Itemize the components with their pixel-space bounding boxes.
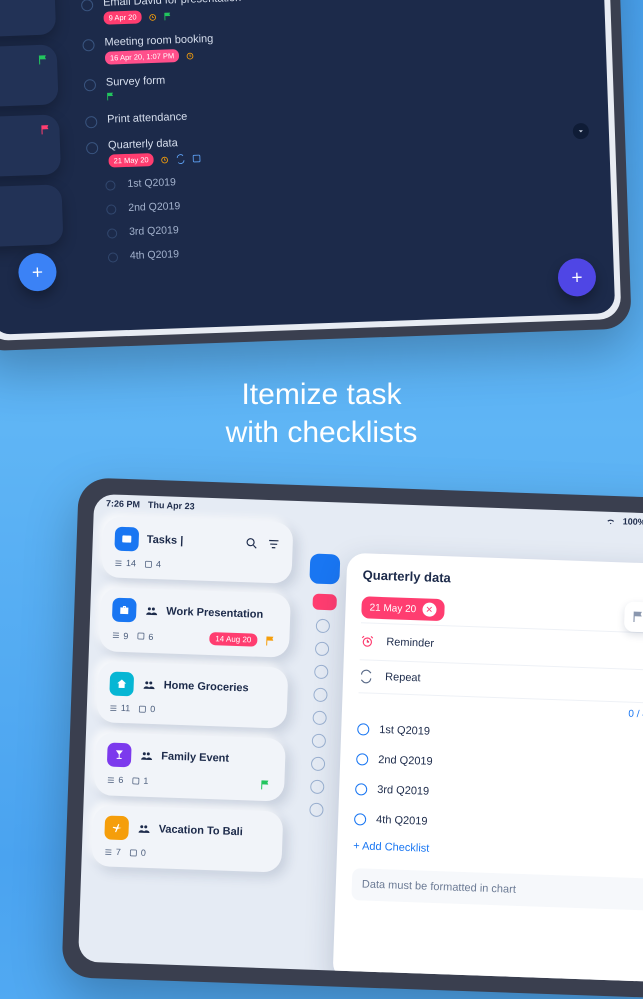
accent-box [309,553,340,584]
alarm-icon [185,50,195,60]
flag-icon [106,91,116,101]
repeat-icon [175,153,185,163]
top-tablet-screen: Simplify layout Email David for presenta… [0,0,615,335]
sidebar-card[interactable] [0,184,63,248]
repeat-label: Repeat [385,671,421,684]
project-name: Work Presentation [166,605,263,620]
top-tablet-bezel: Simplify layout Email David for presenta… [0,0,621,341]
top-task-list: Simplify layout Email David for presenta… [80,0,599,321]
project-card[interactable]: Vacation To Bali 70 [91,805,283,873]
task-detail-modal: Quarterly data 21 May 20✕ Reminder Repea… [333,553,643,982]
modal-title: Quarterly data [362,567,643,594]
tasks-icon [114,527,139,552]
alarm-icon [360,634,376,649]
checkbox-icon[interactable] [107,228,117,238]
flag-button[interactable] [624,601,643,632]
project-name: Home Groceries [163,679,248,694]
plane-icon [104,815,129,840]
briefcase-icon [112,598,137,623]
marketing-headline: Itemize task with checklists [0,376,643,451]
reminder-label: Reminder [386,636,434,650]
notes-field[interactable]: Data must be formatted in chart [351,868,643,912]
alarm-icon [159,154,169,164]
search-icon[interactable] [244,536,258,550]
project-list: Tasks | 14 4 Work Presentation 9614 Aug … [88,516,293,968]
checkbox-icon[interactable] [357,723,369,735]
date-badge: 21 May 20 [108,153,153,168]
checkbox-icon[interactable] [354,813,366,825]
project-name: Vacation To Bali [158,823,243,838]
headline-line2: with checklists [0,414,643,452]
checklist-label: 3rd Q2019 [377,784,429,798]
wifi-icon [605,516,617,526]
stat-tasks: 14 [114,558,136,569]
headline-line1: Itemize task [0,376,643,414]
date-badge: 9 Apr 20 [103,10,141,24]
users-icon [144,605,158,617]
note-icon [191,153,201,163]
checkbox-icon[interactable] [82,39,94,51]
flag-icon [265,634,277,646]
subtask-list: 1st Q2019 2nd Q2019 3rd Q2019 4th Q2019 [87,157,597,271]
glass-icon [107,742,132,767]
top-sidebar [0,0,81,335]
users-icon [142,679,156,691]
users-icon [136,823,150,835]
users-icon [139,750,153,762]
clear-date-icon[interactable]: ✕ [422,602,436,616]
checklist-label: 4th Q2019 [376,814,428,828]
date-badge: 16 Apr 20, 1:07 PM [105,49,180,65]
flag-icon [260,779,272,791]
modal-date-pill[interactable]: 21 May 20✕ [361,596,444,621]
checkbox-icon[interactable] [108,252,118,262]
project-card-header[interactable]: Tasks | 14 4 [101,516,293,584]
alarm-icon [147,11,157,21]
bottom-tablet-screen: 7:26 PM Thu Apr 23 100% Tasks | [78,494,643,982]
checkbox-icon[interactable] [85,116,97,128]
checkbox-icon[interactable] [86,142,98,154]
status-battery: 100% [623,516,643,527]
project-card[interactable]: Family Event 61 [94,732,286,802]
home-icon [109,672,134,697]
bg-date-badge [312,594,337,611]
checklist-label: 1st Q2019 [379,724,430,738]
sidebar-card[interactable] [0,114,61,178]
checkbox-icon[interactable] [81,0,93,11]
repeat-icon [359,669,375,684]
sidebar-card[interactable] [0,0,56,38]
checkbox-icon[interactable] [105,180,115,190]
flag-icon [163,11,173,21]
status-date: Thu Apr 23 [148,500,195,512]
project-card[interactable]: Work Presentation 9614 Aug 20 [99,587,291,658]
checkbox-icon[interactable] [356,753,368,765]
top-tablet-frame: Simplify layout Email David for presenta… [0,0,632,351]
date-badge: 14 Aug 20 [209,632,257,647]
project-name: Family Event [161,750,229,764]
flag-icon [37,53,51,67]
bottom-tablet-frame: 7:26 PM Thu Apr 23 100% Tasks | [61,477,643,998]
checkbox-icon[interactable] [84,79,96,91]
checkbox-icon[interactable] [106,204,116,214]
stat-done: 4 [144,559,161,570]
sort-icon[interactable] [266,537,280,551]
checkbox-icon[interactable] [355,783,367,795]
project-card[interactable]: Home Groceries 110 [96,661,288,729]
add-fab-button[interactable] [18,253,57,292]
checklist-label: 2nd Q2019 [378,754,433,768]
sidebar-card[interactable] [0,44,59,108]
status-time: 7:26 PM [106,498,140,509]
flag-icon [39,123,53,137]
project-name: Tasks | [147,534,184,547]
